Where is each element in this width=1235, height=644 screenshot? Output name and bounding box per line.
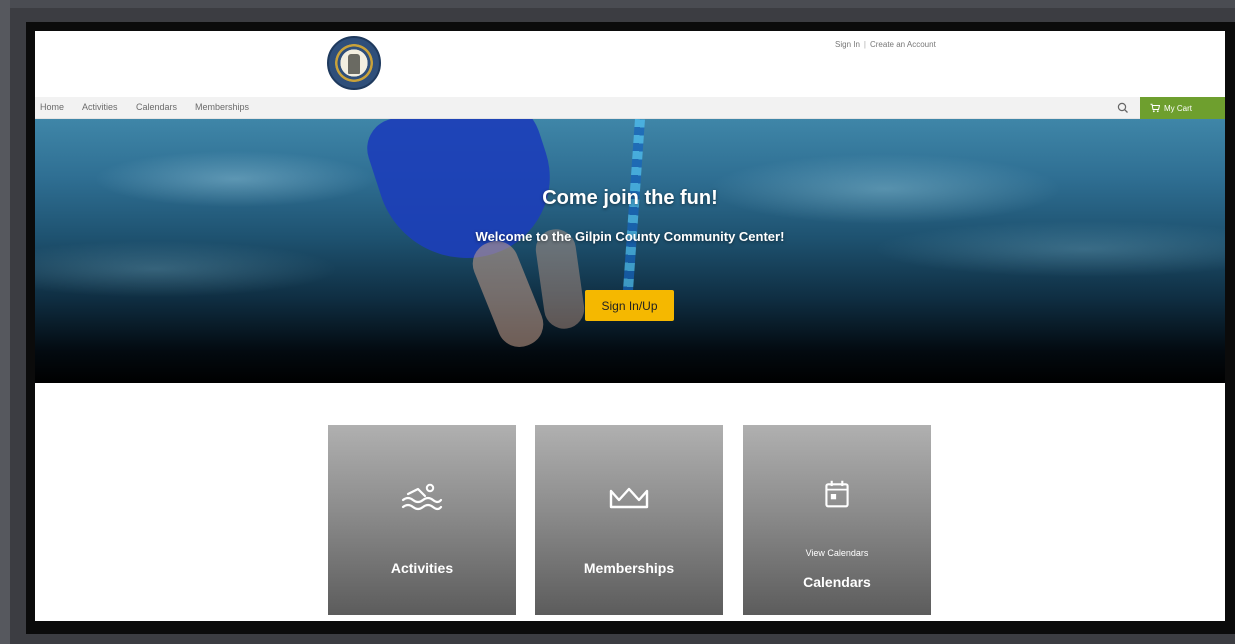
account-links-separator: | xyxy=(863,40,866,49)
view-calendars-link[interactable]: View Calendars xyxy=(743,548,931,558)
shopping-cart-icon xyxy=(1150,103,1160,113)
nav-item-activities[interactable]: Activities xyxy=(82,102,118,112)
crown-icon xyxy=(609,487,649,509)
sign-in-link[interactable]: Sign In xyxy=(835,40,860,49)
account-links: Sign In | Create an Account xyxy=(835,40,936,49)
my-cart-label: My Cart xyxy=(1164,103,1192,113)
nav-item-memberships[interactable]: Memberships xyxy=(195,102,249,112)
activities-tile[interactable]: Activities xyxy=(328,425,516,615)
create-account-link[interactable]: Create an Account xyxy=(870,40,936,49)
calendars-tile-label: Calendars xyxy=(803,574,871,590)
hero-title: Come join the fun! xyxy=(542,187,718,209)
hero-banner: Come join the fun! Welcome to the Gilpin… xyxy=(35,119,1225,383)
activities-tile-label: Activities xyxy=(390,560,454,576)
county-seal-logo[interactable] xyxy=(327,36,381,90)
calendar-icon xyxy=(825,480,849,508)
window-top-strip xyxy=(0,0,1235,8)
main-nav: Home Activities Calendars Memberships My… xyxy=(35,97,1225,119)
memberships-tile-label: Memberships xyxy=(583,560,675,576)
hero-subtitle: Welcome to the Gilpin County Community C… xyxy=(475,229,785,244)
search-icon[interactable] xyxy=(1116,101,1130,115)
swimmer-icon xyxy=(401,483,443,511)
sign-in-up-button[interactable]: Sign In/Up xyxy=(585,290,674,321)
site-header: Sign In | Create an Account xyxy=(35,31,1225,97)
nav-item-home[interactable]: Home xyxy=(40,102,64,112)
my-cart-button[interactable]: My Cart xyxy=(1140,97,1225,119)
logo-figure xyxy=(348,54,360,74)
web-page: Sign In | Create an Account Home Activitie… xyxy=(35,31,1225,621)
window-left-strip xyxy=(0,0,10,644)
calendars-tile[interactable]: View Calendars Calendars xyxy=(743,425,931,615)
memberships-tile[interactable]: Memberships xyxy=(535,425,723,615)
nav-item-calendars[interactable]: Calendars xyxy=(136,102,177,112)
